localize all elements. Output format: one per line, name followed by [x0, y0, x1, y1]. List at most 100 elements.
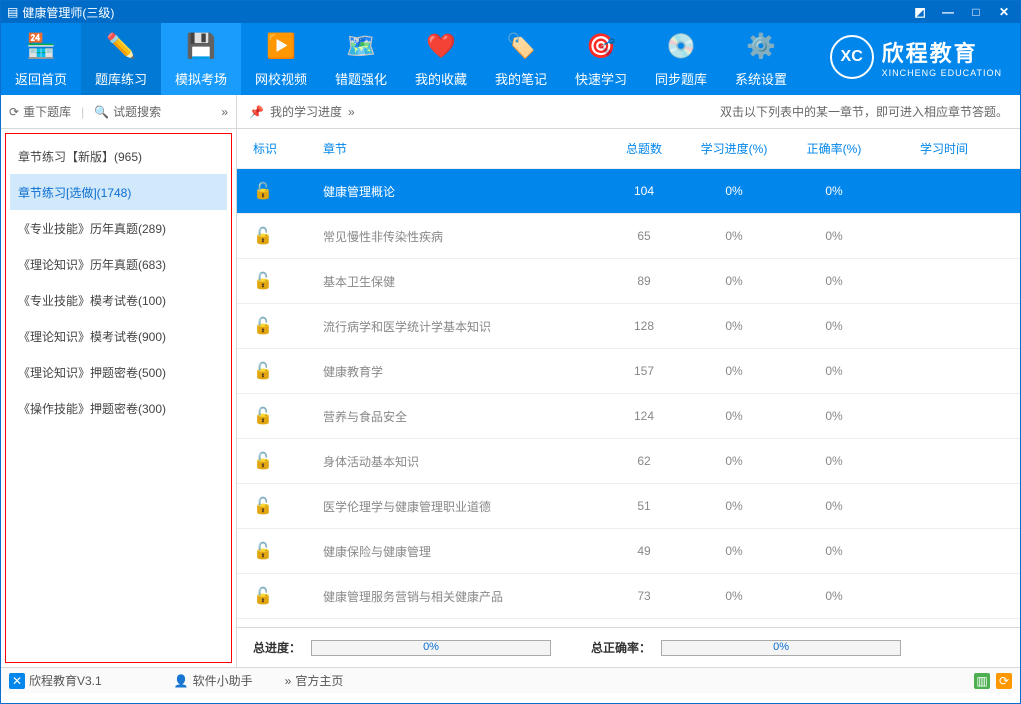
- lock-icon: 🔓: [253, 363, 273, 380]
- sidebar-item[interactable]: 章节练习[选做](1748): [10, 174, 227, 210]
- total-progress-value: 0%: [312, 641, 550, 653]
- rate-value: 0%: [784, 184, 884, 198]
- lock-icon: 🔓: [253, 273, 273, 290]
- total-count: 49: [604, 544, 684, 558]
- toolbar-home[interactable]: 🏪 返回首页: [1, 23, 81, 95]
- lock-icon: 🔓: [253, 453, 273, 470]
- rate-value: 0%: [784, 499, 884, 513]
- lock-icon: 🔓: [253, 183, 273, 200]
- toolbar-gear[interactable]: ⚙️系统设置: [721, 23, 801, 95]
- col-chapter: 章节: [303, 140, 604, 157]
- map-icon: 🗺️: [345, 31, 377, 63]
- reload-icon: ⟳: [9, 105, 19, 119]
- home-icon: 🏪: [25, 31, 57, 63]
- toolbar-heart[interactable]: ❤️我的收藏: [401, 23, 481, 95]
- total-count: 62: [604, 454, 684, 468]
- content: ⟳ 重下题库 | 🔍 试题搜索 » 章节练习【新版】(965)章节练习[选做](…: [1, 95, 1020, 667]
- app-icon: ▤: [7, 5, 18, 19]
- app-version[interactable]: ✕ 欣程教育V3.1: [9, 672, 102, 689]
- maximize-button[interactable]: □: [966, 4, 986, 20]
- sidebar-item[interactable]: 章节练习【新版】(965): [10, 138, 227, 174]
- col-flag: 标识: [253, 140, 303, 157]
- toolbar-label: 题库练习: [95, 69, 147, 88]
- minimize-button[interactable]: —: [938, 4, 958, 20]
- toolbar-label: 模拟考场: [175, 69, 227, 88]
- progress-value: 0%: [684, 454, 784, 468]
- toolbar-disk[interactable]: 💿同步题库: [641, 23, 721, 95]
- table-row[interactable]: 🔓健康管理服务营销与相关健康产品730%0%: [237, 574, 1020, 619]
- chapter-name: 流行病学和医学统计学基本知识: [303, 318, 604, 335]
- toolbar-label: 错题强化: [335, 69, 387, 88]
- brand-sub: XINCHENG EDUCATION: [882, 68, 1002, 78]
- lock-icon: 🔓: [253, 588, 273, 605]
- progress-value: 0%: [684, 184, 784, 198]
- title-bar: ▤ 健康管理师(三级) ◩ — □ ✕: [1, 1, 1020, 23]
- brand-name: 欣程教育: [882, 36, 1002, 68]
- reload-button[interactable]: ⟳ 重下题库: [9, 103, 71, 120]
- progress-value: 0%: [684, 274, 784, 288]
- progress-label: 我的学习进度: [270, 103, 342, 120]
- progress-link[interactable]: 📌 我的学习进度 »: [249, 103, 355, 120]
- lock-icon: 🔓: [253, 408, 273, 425]
- table-row[interactable]: 🔓健康教育学1570%0%: [237, 349, 1020, 394]
- rate-value: 0%: [784, 319, 884, 333]
- search-button[interactable]: 🔍 试题搜索: [94, 103, 161, 120]
- total-rate-bar: 0%: [661, 640, 901, 656]
- chart-icon[interactable]: ▥: [974, 673, 990, 689]
- table-row[interactable]: 🔓身体活动基本知识620%0%: [237, 439, 1020, 484]
- rate-value: 0%: [784, 454, 884, 468]
- helper-link[interactable]: 👤 软件小助手: [174, 672, 253, 689]
- sidebar-item[interactable]: 《理论知识》模考试卷(900): [10, 318, 227, 354]
- app-icon: ✕: [9, 673, 25, 689]
- toolbar-play[interactable]: ▶️网校视频: [241, 23, 321, 95]
- status-right: ▥ ⟳: [974, 673, 1012, 689]
- table-row[interactable]: 🔓流行病学和医学统计学基本知识1280%0%: [237, 304, 1020, 349]
- chapter-name: 基本卫生保健: [303, 273, 604, 290]
- total-count: 128: [604, 319, 684, 333]
- sidebar-item[interactable]: 《专业技能》历年真题(289): [10, 210, 227, 246]
- progress-value: 0%: [684, 409, 784, 423]
- tag-icon: 🏷️: [505, 31, 537, 63]
- sidebar-item[interactable]: 《专业技能》模考试卷(100): [10, 282, 227, 318]
- col-total: 总题数: [604, 140, 684, 157]
- close-button[interactable]: ✕: [994, 4, 1014, 20]
- chevron-right-icon[interactable]: »: [221, 105, 228, 119]
- sidebar-item[interactable]: 《理论知识》历年真题(683): [10, 246, 227, 282]
- table-row[interactable]: 🔓健康管理概论1040%0%: [237, 169, 1020, 214]
- lock-icon: 🔓: [253, 228, 273, 245]
- sync-icon[interactable]: ⟳: [996, 673, 1012, 689]
- lock-icon: 🔓: [253, 543, 273, 560]
- toolbar-pencil[interactable]: ✏️题库练习: [81, 23, 161, 95]
- toolbar-tag[interactable]: 🏷️ 我的笔记: [481, 23, 561, 95]
- total-count: 124: [604, 409, 684, 423]
- pin-button[interactable]: ◩: [910, 4, 930, 20]
- total-rate-label: 总正确率：: [591, 639, 651, 656]
- toolbar-map[interactable]: 🗺️ 错题强化: [321, 23, 401, 95]
- table-row[interactable]: 🔓健康保险与健康管理490%0%: [237, 529, 1020, 574]
- target-icon: 🎯: [585, 31, 617, 63]
- toolbar-label: 我的笔记: [495, 69, 547, 88]
- total-count: 89: [604, 274, 684, 288]
- home-link[interactable]: » 官方主页: [285, 672, 344, 689]
- play-icon: ▶️: [265, 31, 297, 63]
- window-title-text: 健康管理师(三级): [22, 4, 114, 21]
- sidebar-item[interactable]: 《操作技能》押题密卷(300): [10, 390, 227, 426]
- toolbar-save[interactable]: 💾模拟考场: [161, 23, 241, 95]
- table-row[interactable]: 🔓常见慢性非传染性疾病650%0%: [237, 214, 1020, 259]
- total-count: 51: [604, 499, 684, 513]
- window-buttons: ◩ — □ ✕: [910, 4, 1014, 20]
- sidebar-item[interactable]: 《理论知识》押题密卷(500): [10, 354, 227, 390]
- table-row[interactable]: 🔓营养与食品安全1240%0%: [237, 394, 1020, 439]
- toolbar-label: 返回首页: [15, 69, 67, 88]
- total-rate-value: 0%: [662, 641, 900, 653]
- table-row[interactable]: 🔓医学伦理学与健康管理职业道德510%0%: [237, 484, 1020, 529]
- progress-value: 0%: [684, 499, 784, 513]
- main-top-bar: 📌 我的学习进度 » 双击以下列表中的某一章节，即可进入相应章节答题。: [237, 95, 1020, 129]
- total-count: 157: [604, 364, 684, 378]
- home-label: 官方主页: [295, 672, 343, 689]
- chapter-name: 医学伦理学与健康管理职业道德: [303, 498, 604, 515]
- toolbar-target[interactable]: 🎯快速学习: [561, 23, 641, 95]
- table-header: 标识 章节 总题数 学习进度(%) 正确率(%) 学习时间: [237, 129, 1020, 169]
- table-row[interactable]: 🔓基本卫生保健890%0%: [237, 259, 1020, 304]
- chapter-name: 身体活动基本知识: [303, 453, 604, 470]
